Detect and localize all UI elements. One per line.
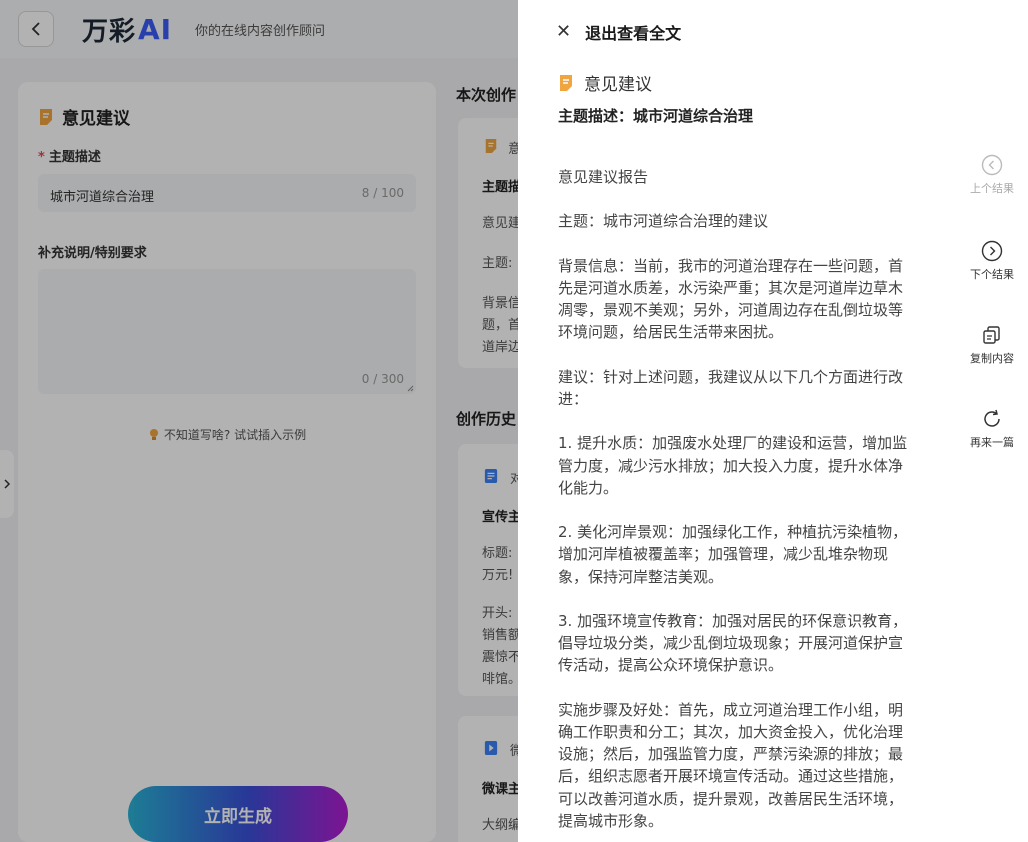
drawer-section-title: 意见建议 — [558, 70, 652, 95]
result-paragraph: 建议：针对上述问题，我建议从以下几个方面进行改进： — [558, 367, 904, 408]
regenerate-label: 再来一篇 — [970, 436, 1014, 449]
close-icon: ✕ — [556, 21, 572, 42]
result-paragraph: 2. 美化河岸景观：加强绿化工作，种植抗污染植物，增加河岸植被覆盖率；加强管理，… — [558, 523, 908, 586]
full-text-drawer: ✕ 退出查看全文 意见建议 主题描述：城市河道综合治理 意见建议报告 主题：城市… — [518, 0, 1028, 842]
arrow-right-circle-icon — [981, 240, 1003, 262]
result-paragraph: 3. 加强环境宣传教育：加强对居民的环保意识教育，倡导垃圾分类，减少乱倒垃圾现象… — [558, 611, 908, 675]
result-paragraph: 意见建议报告 — [558, 168, 649, 186]
previous-result-button[interactable]: 上个结果 — [962, 154, 1022, 196]
drawer-section-title-text: 意见建议 — [584, 75, 652, 95]
result-body: 意见建议报告 主题：城市河道综合治理的建议 背景信息：当前，我市的河道治理存在一… — [558, 166, 914, 842]
result-paragraph: 背景信息：当前，我市的河道治理存在一些问题，首先是河道水质差，水污染严重；其次是… — [558, 256, 904, 342]
copy-icon — [983, 326, 1000, 344]
refresh-icon — [984, 409, 1000, 427]
drawer-topic-line: 主题描述：城市河道综合治理 — [558, 107, 754, 125]
previous-result-label: 上个结果 — [970, 182, 1014, 195]
exit-full-view-label: 退出查看全文 — [585, 24, 682, 43]
copy-content-button[interactable]: 复制内容 — [962, 324, 1022, 366]
arrow-left-circle-icon — [981, 154, 1003, 176]
copy-content-label: 复制内容 — [970, 352, 1014, 365]
exit-full-view-button[interactable]: ✕ 退出查看全文 — [556, 20, 681, 44]
regenerate-button[interactable]: 再来一篇 — [962, 408, 1022, 450]
result-paragraph: 1. 提升水质：加强废水处理厂的建设和运营，增加监管力度，减少污水排放；加大投入… — [558, 434, 908, 497]
result-paragraph: 实施步骤及好处：首先，成立河道治理工作小组，明确工作职责和分工；其次，加大资金投… — [558, 700, 904, 830]
document-icon — [560, 74, 572, 91]
result-paragraph: 主题：城市河道综合治理的建议 — [558, 212, 769, 231]
next-result-button[interactable]: 下个结果 — [962, 240, 1022, 282]
next-result-label: 下个结果 — [970, 268, 1014, 281]
